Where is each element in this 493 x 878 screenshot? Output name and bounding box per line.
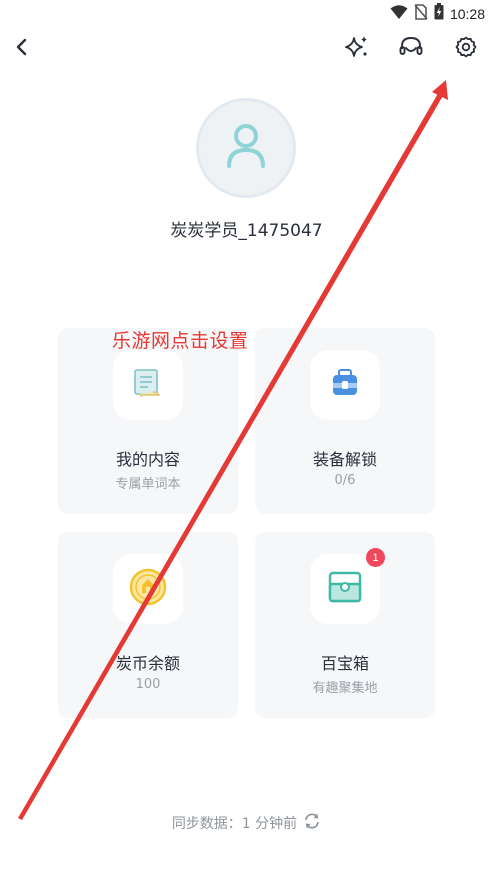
gear-icon xyxy=(454,35,478,63)
treasure-box-icon xyxy=(327,570,363,608)
wifi-icon xyxy=(390,4,408,24)
card-icon-wrap xyxy=(113,350,183,420)
customer-service-button[interactable] xyxy=(396,34,426,64)
card-icon-wrap xyxy=(310,350,380,420)
settings-button[interactable] xyxy=(451,34,481,64)
sync-status[interactable]: 同步数据：1 分钟前 xyxy=(0,812,493,834)
card-title: 装备解锁 xyxy=(312,450,377,469)
card-treasure-box[interactable]: 1 百宝箱 有趣聚集地 xyxy=(255,532,435,718)
status-icons: 10:28 xyxy=(390,3,485,24)
no-sim-icon xyxy=(414,3,428,24)
card-icon-wrap xyxy=(113,554,183,624)
sync-text: 同步数据：1 分钟前 xyxy=(171,816,298,832)
card-equipment-unlock[interactable]: 装备解锁 0/6 xyxy=(255,328,435,514)
status-bar: 10:28 xyxy=(0,0,493,26)
headset-icon xyxy=(398,34,424,64)
card-coin-balance[interactable]: 炭币余额 100 xyxy=(58,532,238,718)
backpack-icon xyxy=(328,366,362,404)
refresh-icon xyxy=(303,812,321,834)
coin-icon xyxy=(128,567,168,611)
user-icon xyxy=(224,122,268,174)
battery-charging-icon xyxy=(434,3,444,24)
avatar[interactable] xyxy=(196,98,296,198)
card-my-content[interactable]: 我的内容 专属单词本 xyxy=(58,328,238,514)
back-arrow-icon xyxy=(14,37,28,61)
back-button[interactable] xyxy=(6,34,36,64)
notification-badge: 1 xyxy=(366,548,385,567)
card-title: 炭币余额 xyxy=(115,654,180,673)
document-scroll-icon xyxy=(131,366,165,404)
card-subtitle: 有趣聚集地 xyxy=(312,681,378,696)
status-time: 10:28 xyxy=(449,5,485,22)
username: 炭炭学员_1475047 xyxy=(170,221,323,241)
card-subtitle: 0/6 xyxy=(334,473,356,488)
annotation-text: 乐游网点击设置 xyxy=(112,330,249,352)
card-title: 我的内容 xyxy=(115,450,180,469)
sparkle-icon xyxy=(344,34,370,64)
sparkle-button[interactable] xyxy=(342,34,372,64)
card-subtitle: 专属单词本 xyxy=(115,477,181,492)
card-subtitle: 100 xyxy=(135,677,161,692)
card-title: 百宝箱 xyxy=(320,654,369,673)
